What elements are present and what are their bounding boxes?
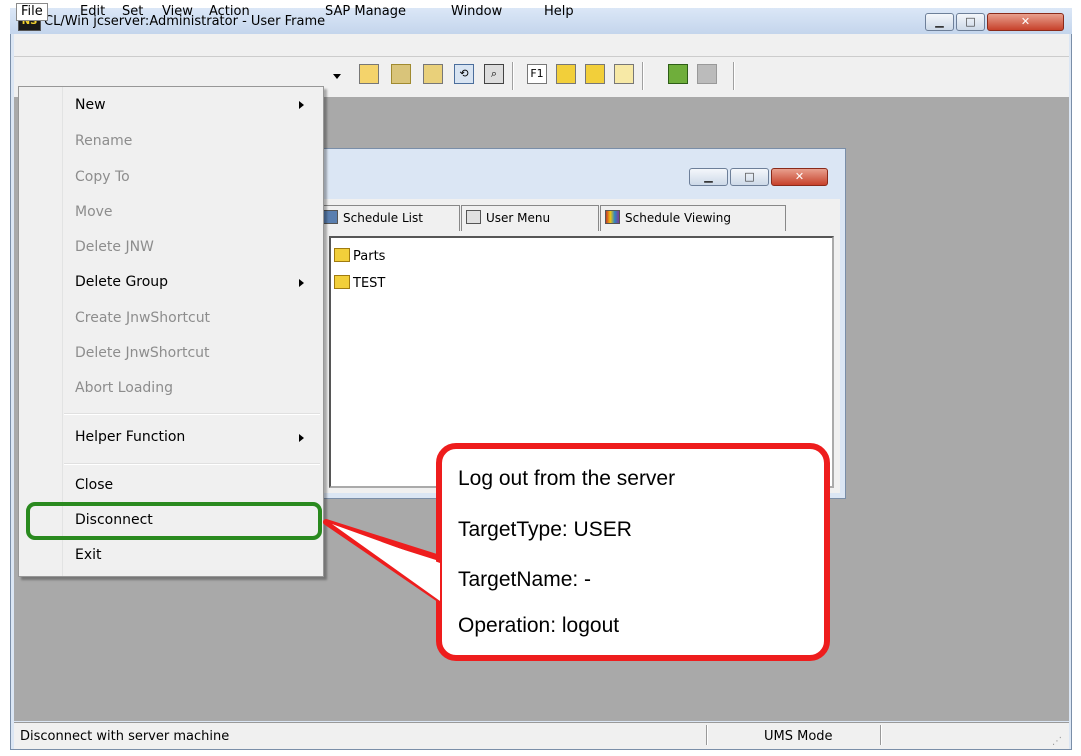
- callout-line: Log out from the server: [458, 467, 676, 490]
- callout-line: TargetName: -: [458, 568, 592, 591]
- callout-line: TargetType: USER: [458, 518, 632, 541]
- callout-pointer-join: [332, 524, 440, 601]
- callout-line: Operation: logout: [458, 614, 620, 637]
